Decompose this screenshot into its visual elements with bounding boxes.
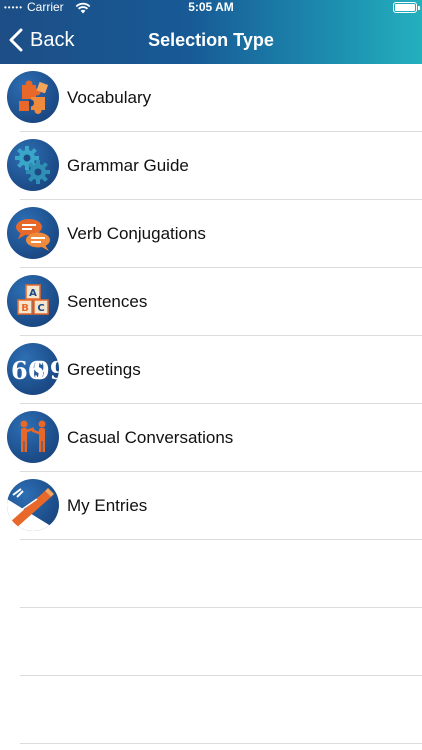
list-item-label: Greetings: [67, 360, 141, 379]
svg-text:B: B: [21, 303, 29, 314]
list-item-greetings[interactable]: 66 99 Greetings: [0, 336, 422, 404]
empty-row-divider: [20, 675, 422, 676]
list-item-casual-conversations[interactable]: Casual Conversations: [0, 404, 422, 472]
list-item-vocabulary[interactable]: Vocabulary: [0, 64, 422, 132]
gears-icon: [7, 139, 59, 191]
list-item-verb-conjugations[interactable]: Verb Conjugations: [0, 200, 422, 268]
status-bar: ••••• Carrier 5:05 AM: [0, 0, 422, 16]
svg-text:A: A: [29, 288, 37, 299]
list-item-grammar-guide[interactable]: Grammar Guide: [0, 132, 422, 200]
list-item-my-entries[interactable]: My Entries: [0, 472, 422, 540]
page-title: Selection Type: [148, 30, 274, 50]
svg-text:99: 99: [33, 356, 59, 385]
puzzle-icon: [7, 71, 59, 123]
people-talking-icon: [7, 411, 59, 463]
battery-icon: [393, 2, 420, 13]
empty-row-divider: [20, 607, 422, 608]
clock: 5:05 AM: [188, 0, 234, 14]
empty-row-divider: [20, 743, 422, 744]
list-item-label: Verb Conjugations: [67, 224, 206, 243]
selection-list: Vocabulary Grammar Guide Verb Conjugatio…: [0, 64, 422, 540]
speech-bubbles-icon: [7, 207, 59, 259]
pencil-icon: [7, 479, 59, 531]
list-item-label: My Entries: [67, 496, 148, 515]
row-divider: [20, 539, 422, 540]
list-item-label: Sentences: [67, 292, 148, 311]
list-item-sentences[interactable]: A B C Sentences: [0, 268, 422, 336]
list-item-label: Vocabulary: [67, 88, 152, 107]
svg-text:C: C: [37, 303, 44, 314]
abc-blocks-icon: A B C: [7, 275, 59, 327]
list-item-label: Grammar Guide: [67, 156, 189, 175]
navigation-bar: ••••• Carrier 5:05 AM Back Selection Typ…: [0, 0, 422, 64]
list-item-label: Casual Conversations: [67, 428, 234, 447]
quote-marks-icon: 66 99: [7, 343, 59, 395]
